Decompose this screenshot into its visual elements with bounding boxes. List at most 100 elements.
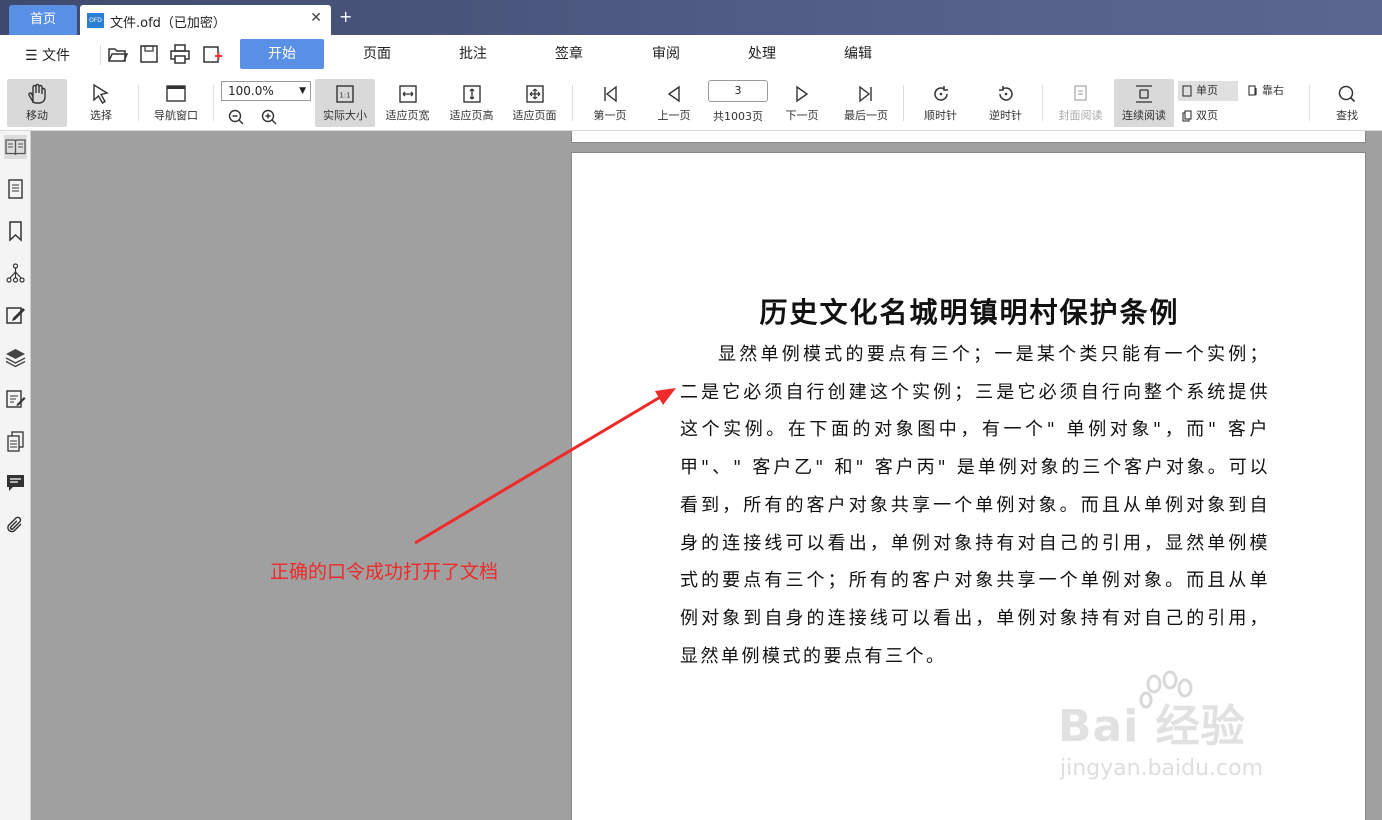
- divider: [1042, 85, 1043, 121]
- fit-page-button[interactable]: 适应页面: [507, 79, 562, 127]
- annotation-text: 正确的口令成功打开了文档: [270, 561, 499, 583]
- continuous-read-icon: [1136, 85, 1152, 103]
- rotate-ccw-label: 逆时针: [989, 109, 1022, 122]
- select-label: 选择: [90, 109, 112, 122]
- structure-tree-icon[interactable]: [4, 261, 27, 285]
- window-icon: [166, 85, 186, 102]
- menu-tab-page[interactable]: 页面: [335, 39, 419, 69]
- form-edit-icon[interactable]: [4, 387, 27, 411]
- prev-page-label: 上一页: [657, 109, 691, 122]
- first-page-button[interactable]: 第一页: [584, 79, 636, 127]
- fit-height-label: 适应页高: [449, 109, 494, 122]
- tab-home[interactable]: 首页: [9, 5, 77, 35]
- divider: [903, 85, 904, 121]
- edit-annotation-icon[interactable]: [4, 303, 27, 327]
- divider: [138, 85, 139, 121]
- align-right-button[interactable]: 靠右: [1244, 81, 1294, 101]
- align-right-icon: [1248, 85, 1257, 96]
- prev-page-icon: [667, 85, 680, 103]
- toolbar: 移动 选择 导航窗口 100.0% ▼ 1:1 实际大小 适应页宽 适应页高 适…: [0, 75, 1382, 131]
- watermark-brand: Bai 经验: [1058, 701, 1246, 752]
- previous-page-edge: [571, 131, 1366, 143]
- total-pages: 共1003页: [713, 110, 763, 123]
- find-label: 查找: [1336, 109, 1358, 122]
- tab-bar: 首页 OFD 文件.ofd（已加密） ✕ +: [0, 0, 1382, 35]
- actual-size-label: 实际大小: [323, 109, 367, 122]
- move-tool-button[interactable]: 移动: [7, 79, 67, 127]
- last-page-button[interactable]: 最后一页: [838, 79, 894, 127]
- fit-height-icon: [462, 85, 481, 103]
- menu-tab-annotate[interactable]: 批注: [431, 39, 515, 69]
- continuous-read-button[interactable]: 连续阅读: [1114, 79, 1174, 127]
- attachment-icon[interactable]: [4, 513, 27, 537]
- nav-window-button[interactable]: 导航窗口: [145, 79, 207, 127]
- thumbnail-book-icon[interactable]: [4, 135, 27, 159]
- first-page-icon: [604, 85, 617, 103]
- nav-window-label: 导航窗口: [154, 109, 198, 122]
- document-body: 显然单例模式的要点有三个；一是某个类只能有一个实例；二是它必须自行创建这个实例；…: [680, 344, 1270, 667]
- comment-icon[interactable]: [4, 471, 27, 495]
- menu-tab-start[interactable]: 开始: [240, 39, 324, 69]
- watermark-url: jingyan.baidu.com: [1060, 756, 1264, 781]
- new-tab-button[interactable]: +: [339, 7, 352, 26]
- chevron-down-icon: ▼: [299, 86, 306, 96]
- zoom-out-icon[interactable]: [227, 108, 245, 126]
- divider: [100, 45, 101, 65]
- next-page-label: 下一页: [785, 109, 819, 122]
- single-page-label: 单页: [1196, 84, 1218, 97]
- page-number-input[interactable]: 3: [708, 80, 768, 102]
- cover-read-button[interactable]: 封面阅读: [1052, 79, 1109, 127]
- svg-text:1:1: 1:1: [339, 92, 350, 100]
- actual-size-icon: 1:1: [336, 85, 354, 103]
- fit-height-button[interactable]: 适应页高: [444, 79, 499, 127]
- menu-tab-process[interactable]: 处理: [720, 39, 804, 69]
- last-page-label: 最后一页: [844, 109, 888, 122]
- select-tool-button[interactable]: 选择: [72, 79, 130, 127]
- divider: [572, 85, 573, 121]
- fit-page-icon: [525, 85, 544, 103]
- rotate-cw-button[interactable]: 顺时针: [913, 79, 968, 127]
- rotate-ccw-button[interactable]: 逆时针: [978, 79, 1033, 127]
- prev-page-button[interactable]: 上一页: [648, 79, 700, 127]
- close-icon[interactable]: ✕: [310, 10, 322, 26]
- zoom-value: 100.0%: [228, 84, 274, 98]
- print-icon[interactable]: [169, 43, 191, 65]
- single-page-button[interactable]: 单页: [1178, 81, 1238, 101]
- first-page-label: 第一页: [593, 109, 627, 122]
- tab-document-title: 文件.ofd（已加密）: [110, 16, 226, 31]
- rotate-cw-label: 顺时针: [924, 109, 957, 122]
- fit-width-icon: [398, 85, 417, 103]
- tab-document[interactable]: OFD 文件.ofd（已加密） ✕: [80, 5, 331, 35]
- actual-size-button[interactable]: 1:1 实际大小: [315, 79, 375, 127]
- move-label: 移动: [26, 109, 48, 122]
- double-page-icon: [1182, 110, 1192, 122]
- zoom-select[interactable]: 100.0% ▼: [221, 81, 311, 101]
- menu-tab-review[interactable]: 审阅: [624, 39, 708, 69]
- divider: [1309, 85, 1310, 121]
- search-icon: [1338, 85, 1356, 103]
- menu-tab-edit[interactable]: 编辑: [816, 39, 900, 69]
- fit-width-button[interactable]: 适应页宽: [380, 79, 435, 127]
- next-page-button[interactable]: 下一页: [776, 79, 828, 127]
- menu-tab-sign[interactable]: 签章: [527, 39, 611, 69]
- export-icon[interactable]: [201, 43, 223, 65]
- menu-bar: ☰ 文件 开始 页面 批注 签章 审阅 处理 编辑: [0, 35, 1382, 75]
- ofd-file-icon: OFD: [87, 13, 104, 28]
- rotate-ccw-icon: [998, 86, 1013, 101]
- pages-copy-icon[interactable]: [4, 429, 27, 453]
- file-menu-button[interactable]: ☰ 文件: [25, 45, 70, 65]
- double-page-button[interactable]: 双页: [1178, 106, 1238, 126]
- document-title: 历史文化名城明镇明村保护条例: [759, 296, 1180, 329]
- hand-icon: [28, 83, 46, 104]
- layers-icon[interactable]: [4, 345, 27, 369]
- page-icon[interactable]: [4, 177, 27, 201]
- divider: [213, 85, 214, 121]
- open-folder-icon[interactable]: [107, 43, 129, 65]
- save-icon[interactable]: [138, 43, 160, 65]
- zoom-in-icon[interactable]: [260, 108, 278, 126]
- single-page-icon: [1182, 85, 1192, 97]
- find-button[interactable]: 查找: [1322, 79, 1372, 127]
- last-page-icon: [859, 85, 872, 103]
- left-sidebar: [0, 131, 31, 820]
- bookmark-icon[interactable]: [4, 219, 27, 243]
